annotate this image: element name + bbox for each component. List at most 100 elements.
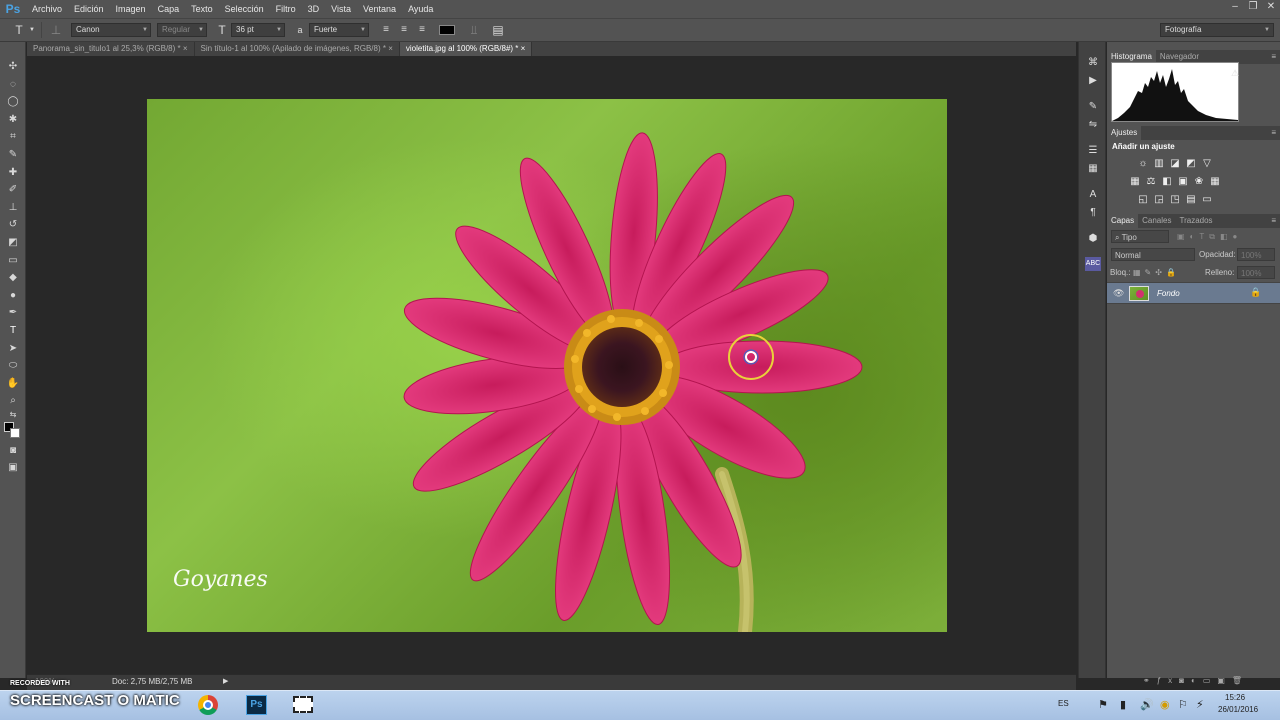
threshold-icon[interactable]: ◳	[1167, 193, 1183, 207]
vibrance-icon[interactable]: ▽	[1199, 157, 1215, 171]
status-menu-arrow-icon[interactable]: ▶	[223, 677, 228, 685]
photo-canvas[interactable]: Goyanes	[147, 99, 947, 632]
minimize-button[interactable]: –	[1226, 0, 1244, 14]
menu-ventana[interactable]: Ventana	[357, 4, 402, 14]
tool-presets-icon[interactable]: ⇋	[1079, 116, 1107, 134]
close-icon[interactable]: ×	[521, 44, 526, 53]
curves-icon[interactable]: ◪	[1167, 157, 1183, 171]
font-family-select[interactable]: Canon ▼	[71, 23, 151, 37]
panel-menu-icon[interactable]: ≡	[1271, 214, 1276, 228]
levels-icon[interactable]: ▥	[1151, 157, 1167, 171]
font-size-select[interactable]: 36 pt ▼	[231, 23, 285, 37]
3d-cube-icon[interactable]: ⬢	[1079, 230, 1107, 248]
tab-panorama[interactable]: Panorama_sin_titulo1 al 25,3% (RGB/8) * …	[27, 42, 195, 56]
visibility-eye-icon[interactable]: 👁	[1113, 288, 1124, 299]
invert-icon[interactable]: ◱	[1135, 193, 1151, 207]
layer-filter-icons[interactable]: ▣◐T⧉◧●	[1177, 230, 1277, 243]
tab-ajustes[interactable]: Ajustes	[1107, 126, 1142, 140]
hue-saturation-icon[interactable]: ▦	[1127, 175, 1143, 189]
color-balance-icon[interactable]: ⚖	[1143, 175, 1159, 189]
blend-mode-select[interactable]: Normal	[1111, 248, 1195, 261]
character-icon[interactable]: A	[1079, 186, 1107, 204]
taskbar-snipping-button[interactable]	[284, 692, 322, 718]
swap-colors-icon[interactable]: ⇆	[0, 410, 26, 420]
measurement-icon[interactable]: ABC	[1079, 254, 1107, 272]
taskbar-chrome-button[interactable]	[189, 692, 227, 718]
workspace-select[interactable]: Fotografía ▼	[1160, 23, 1274, 37]
flag-icon[interactable]: ⚐	[1178, 698, 1188, 711]
selective-color-icon[interactable]: ▤	[1183, 193, 1199, 207]
menu-seleccion[interactable]: Selección	[219, 4, 270, 14]
clock-time[interactable]: 15:26	[1225, 693, 1245, 702]
hand-tool-icon[interactable]: ✋	[0, 375, 26, 393]
language-indicator[interactable]: ES	[1058, 699, 1069, 708]
close-icon[interactable]: ×	[183, 44, 188, 53]
eyedropper-tool-icon[interactable]: ✎	[0, 146, 26, 164]
dodge-tool-icon[interactable]: ●	[0, 287, 26, 305]
menu-ayuda[interactable]: Ayuda	[402, 4, 439, 14]
color-lookup-icon[interactable]: ▦	[1207, 175, 1223, 189]
update-icon[interactable]: ◉	[1160, 698, 1170, 711]
exposure-icon[interactable]: ◩	[1183, 157, 1199, 171]
chevron-down-icon[interactable]: ▼	[28, 21, 36, 39]
clone-stamp-tool-icon[interactable]: ⊥	[0, 199, 26, 217]
warp-text-icon[interactable]: ⫫	[465, 21, 483, 39]
action-center-icon[interactable]: ⚑	[1098, 698, 1108, 711]
power-icon[interactable]: ⚡	[1196, 698, 1204, 711]
align-right-icon[interactable]: ≡	[413, 21, 431, 39]
layer-name[interactable]: Fondo	[1157, 289, 1180, 298]
quick-selection-tool-icon[interactable]: ✱	[0, 111, 26, 129]
play-actions-icon[interactable]: ▶	[1079, 72, 1107, 90]
warning-icon[interactable]: ⚠	[1231, 68, 1239, 79]
layers-footer-icons[interactable]: ⚭ƒx◙◐▭▣🗑	[1143, 674, 1249, 687]
fill-field[interactable]: 100%	[1237, 266, 1275, 279]
text-orientation-icon[interactable]: ⊥	[47, 21, 65, 39]
move-tool-icon[interactable]: ✣	[0, 58, 26, 76]
type-tool-icon[interactable]: T	[0, 322, 26, 340]
pen-tool-icon[interactable]: ✒	[0, 304, 26, 322]
adjust-sliders-icon[interactable]: ☰	[1079, 142, 1107, 160]
clock-date[interactable]: 26/01/2016	[1218, 705, 1258, 714]
lock-icons[interactable]: ▦✎✣🔒	[1133, 266, 1180, 279]
zoom-tool-icon[interactable]: ⌕	[0, 392, 26, 410]
restore-button[interactable]: ❐	[1244, 0, 1262, 14]
background-color-swatch[interactable]	[10, 427, 20, 438]
marquee-tool-icon[interactable]: ◌	[0, 76, 26, 94]
text-color-swatch[interactable]	[439, 25, 455, 35]
tab-trazados[interactable]: Trazados	[1175, 214, 1216, 228]
character-panel-icon[interactable]: ▤	[489, 21, 507, 39]
channel-mixer-icon[interactable]: ❀	[1191, 175, 1207, 189]
brush-tool-icon[interactable]: ✐	[0, 181, 26, 199]
swatches-icon[interactable]: ▦	[1079, 160, 1107, 178]
paragraph-icon[interactable]: ¶	[1079, 204, 1107, 222]
close-icon[interactable]: ×	[388, 44, 393, 53]
align-center-icon[interactable]: ≡	[395, 21, 413, 39]
history-brush-tool-icon[interactable]: ↺	[0, 216, 26, 234]
panel-menu-icon[interactable]: ≡	[1271, 126, 1276, 140]
layer-filter-select[interactable]: ⌕ Tipo	[1111, 230, 1169, 243]
menu-3d[interactable]: 3D	[302, 4, 326, 14]
align-left-icon[interactable]: ≡	[377, 21, 395, 39]
brush-presets-icon[interactable]: ✎	[1079, 98, 1107, 116]
menu-imagen[interactable]: Imagen	[110, 4, 152, 14]
opacity-field[interactable]: 100%	[1237, 248, 1275, 261]
gradient-tool-icon[interactable]: ▭	[0, 252, 26, 270]
volume-icon[interactable]: 🔊	[1140, 698, 1154, 711]
tab-capas[interactable]: Capas	[1107, 214, 1139, 228]
panel-menu-icon[interactable]: ≡	[1271, 50, 1276, 64]
black-white-icon[interactable]: ◧	[1159, 175, 1175, 189]
photo-filter-icon[interactable]: ▣	[1175, 175, 1191, 189]
gradient-map-icon[interactable]: ▭	[1199, 193, 1215, 207]
taskbar-photoshop-button[interactable]: Ps	[237, 692, 275, 718]
history-icon[interactable]: ⌘	[1079, 54, 1107, 72]
brightness-icon[interactable]: ☼	[1135, 157, 1151, 171]
menu-vista[interactable]: Vista	[325, 4, 357, 14]
network-icon[interactable]: ▮	[1120, 698, 1126, 711]
close-button[interactable]: ✕	[1262, 0, 1280, 14]
font-style-select[interactable]: Regular ▼	[157, 23, 207, 37]
menu-filtro[interactable]: Filtro	[270, 4, 302, 14]
lasso-tool-icon[interactable]: ◯	[0, 93, 26, 111]
crop-tool-icon[interactable]: ⌗	[0, 128, 26, 146]
screen-mode-icon[interactable]: ▣	[0, 459, 26, 477]
antialias-select[interactable]: Fuerte ▼	[309, 23, 369, 37]
